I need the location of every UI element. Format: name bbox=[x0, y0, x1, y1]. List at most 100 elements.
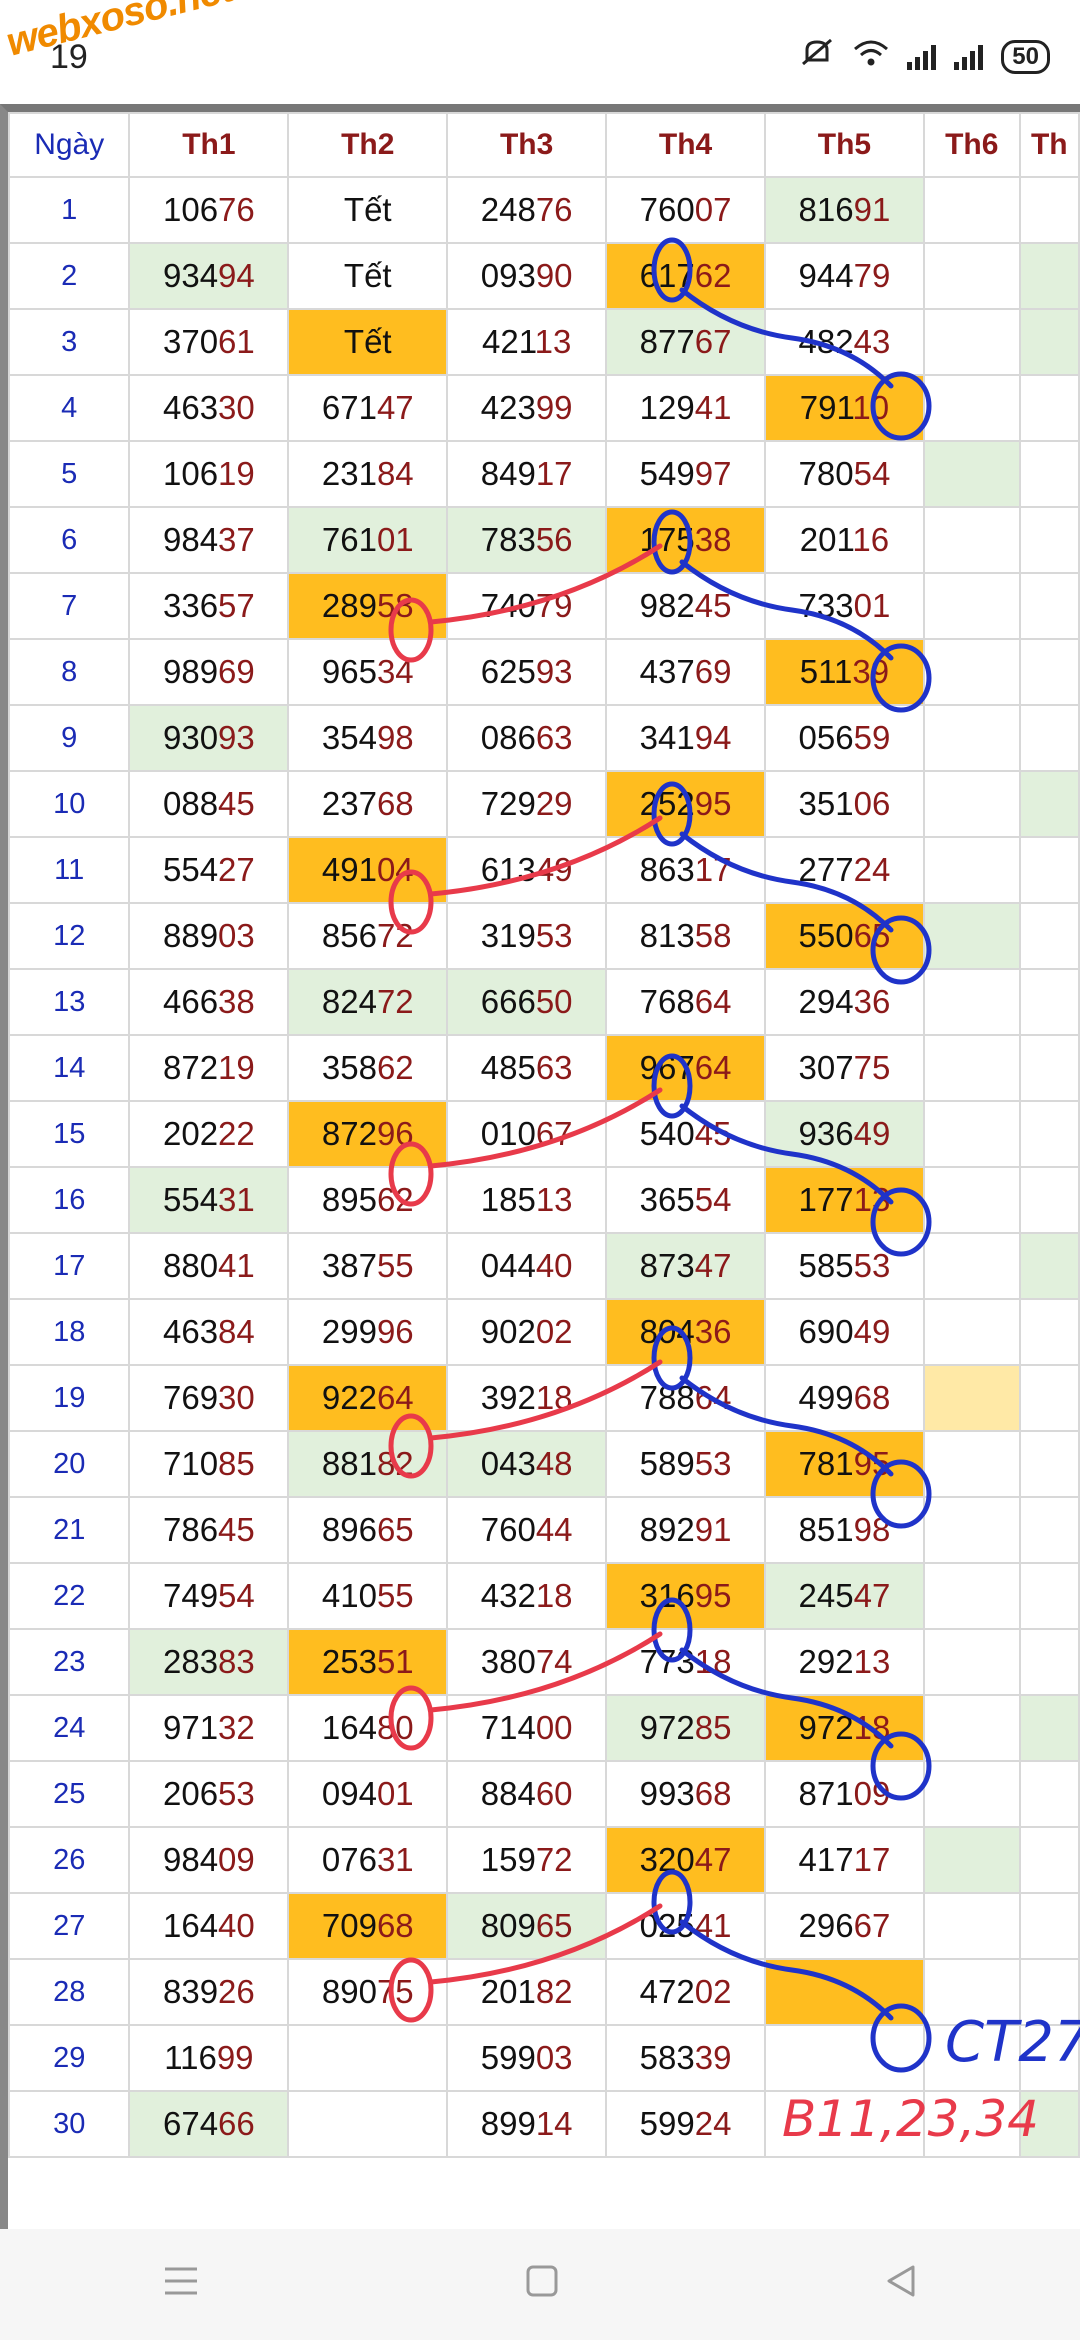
table-row: 27 16440 70968 80965 02541 29667 bbox=[8, 1892, 1080, 1960]
day-cell: 26 bbox=[8, 1826, 131, 1894]
result-cell bbox=[1018, 704, 1080, 772]
result-cell: 11699 bbox=[128, 2024, 290, 2092]
result-cell: 43218 bbox=[446, 1562, 608, 1630]
result-cell bbox=[1018, 770, 1080, 838]
day-cell: 5 bbox=[8, 440, 131, 508]
day-cell: 29 bbox=[8, 2024, 131, 2092]
navigation-bar bbox=[0, 2229, 1080, 2340]
result-cell: 24547 bbox=[764, 1562, 925, 1630]
result-cell: 29996 bbox=[287, 1298, 449, 1366]
result-cell: 77318 bbox=[605, 1628, 766, 1696]
result-cell bbox=[1018, 1562, 1080, 1630]
result-cell bbox=[922, 1760, 1021, 1828]
result-cell: 31695 bbox=[605, 1562, 766, 1630]
table-row: 11 55427 49104 61349 86317 27724 bbox=[8, 836, 1080, 904]
result-cell: 35498 bbox=[287, 704, 449, 772]
result-cell bbox=[922, 770, 1021, 838]
day-cell: 1 bbox=[8, 176, 131, 244]
result-cell bbox=[1018, 176, 1080, 244]
result-cell: 55431 bbox=[128, 1166, 290, 1234]
result-cell bbox=[1018, 638, 1080, 706]
back-icon[interactable] bbox=[883, 2260, 919, 2310]
result-cell: 42399 bbox=[446, 374, 608, 442]
table-row: 2 93494 Tết 09390 61762 94479 bbox=[8, 242, 1080, 310]
result-cell: 54997 bbox=[605, 440, 766, 508]
result-cell: 09390 bbox=[446, 242, 608, 310]
result-cell: 89665 bbox=[287, 1496, 449, 1564]
result-cell: 93494 bbox=[128, 242, 290, 310]
day-cell: 9 bbox=[8, 704, 131, 772]
home-icon[interactable] bbox=[524, 2260, 560, 2310]
day-cell: 7 bbox=[8, 572, 131, 640]
result-cell bbox=[764, 2024, 925, 2092]
table-row: 21 78645 89665 76044 89291 85198 bbox=[8, 1496, 1080, 1564]
table-row: 10 08845 23768 72929 25295 35106 bbox=[8, 770, 1080, 838]
result-cell bbox=[922, 968, 1021, 1036]
status-icons: 50 bbox=[799, 38, 1050, 76]
day-cell: 11 bbox=[8, 836, 131, 904]
result-cell: 20653 bbox=[128, 1760, 290, 1828]
result-cell: 08845 bbox=[128, 770, 290, 838]
result-cell: 87109 bbox=[764, 1760, 925, 1828]
result-cell: 41717 bbox=[764, 1826, 925, 1894]
day-cell: 2 bbox=[8, 242, 131, 310]
table-row: 19 76930 92264 39218 78864 49968 bbox=[8, 1364, 1080, 1432]
result-cell bbox=[287, 2024, 449, 2092]
table-row: 24 97132 16480 71400 97285 97218 bbox=[8, 1694, 1080, 1762]
result-cell: 35106 bbox=[764, 770, 925, 838]
result-cell: 49968 bbox=[764, 1364, 925, 1432]
table-row: 7 33657 28958 74079 98245 73301 bbox=[8, 572, 1080, 640]
result-cell bbox=[922, 638, 1021, 706]
table-row: 9 93093 35498 08663 34194 05659 bbox=[8, 704, 1080, 772]
result-cell bbox=[1018, 968, 1080, 1036]
day-cell: 16 bbox=[8, 1166, 131, 1234]
result-cell: 76930 bbox=[128, 1364, 290, 1432]
table-row: 26 98409 07631 15972 32047 41717 bbox=[8, 1826, 1080, 1894]
result-cell: 34194 bbox=[605, 704, 766, 772]
annotation-ct-note: CT27 bbox=[945, 2010, 1080, 2075]
result-cell: 83926 bbox=[128, 1958, 290, 2026]
result-cell: 07631 bbox=[287, 1826, 449, 1894]
result-cell: 76864 bbox=[605, 968, 766, 1036]
result-cell bbox=[922, 1298, 1021, 1366]
result-cell: 96534 bbox=[287, 638, 449, 706]
result-cell: 32047 bbox=[605, 1826, 766, 1894]
result-cell: 76101 bbox=[287, 506, 449, 574]
result-cell: 37061 bbox=[128, 308, 290, 376]
day-cell: 8 bbox=[8, 638, 131, 706]
result-cell bbox=[922, 1034, 1021, 1102]
result-cell: 41055 bbox=[287, 1562, 449, 1630]
result-cell bbox=[1018, 374, 1080, 442]
day-cell: 23 bbox=[8, 1628, 131, 1696]
wifi-icon bbox=[853, 39, 889, 75]
result-cell: 59903 bbox=[446, 2024, 608, 2092]
result-cell: 69049 bbox=[764, 1298, 925, 1366]
header-col-5: Th5 bbox=[764, 112, 925, 178]
result-cell bbox=[922, 572, 1021, 640]
header-col-2: Th2 bbox=[287, 112, 449, 178]
result-cell: 61349 bbox=[446, 836, 608, 904]
result-cell bbox=[922, 176, 1021, 244]
result-cell bbox=[922, 836, 1021, 904]
result-cell bbox=[1018, 836, 1080, 904]
table-row: 5 10619 23184 84917 54997 78054 bbox=[8, 440, 1080, 508]
result-cell bbox=[1018, 440, 1080, 508]
result-cell: 24876 bbox=[446, 176, 608, 244]
result-cell: 87219 bbox=[128, 1034, 290, 1102]
result-cell: 62593 bbox=[446, 638, 608, 706]
menu-icon[interactable] bbox=[161, 2260, 201, 2310]
result-cell: 58553 bbox=[764, 1232, 925, 1300]
day-cell: 18 bbox=[8, 1298, 131, 1366]
day-cell: 28 bbox=[8, 1958, 131, 2026]
result-cell: 20116 bbox=[764, 506, 925, 574]
result-cell: 76007 bbox=[605, 176, 766, 244]
table-row: 22 74954 41055 43218 31695 24547 bbox=[8, 1562, 1080, 1630]
result-cell: 88903 bbox=[128, 902, 290, 970]
result-cell: 86317 bbox=[605, 836, 766, 904]
result-cell: 79110 bbox=[764, 374, 925, 442]
result-cell: 10676 bbox=[128, 176, 290, 244]
result-cell: 93649 bbox=[764, 1100, 925, 1168]
result-cell: 99368 bbox=[605, 1760, 766, 1828]
result-cell: 51139 bbox=[764, 638, 925, 706]
result-cell bbox=[922, 1232, 1021, 1300]
